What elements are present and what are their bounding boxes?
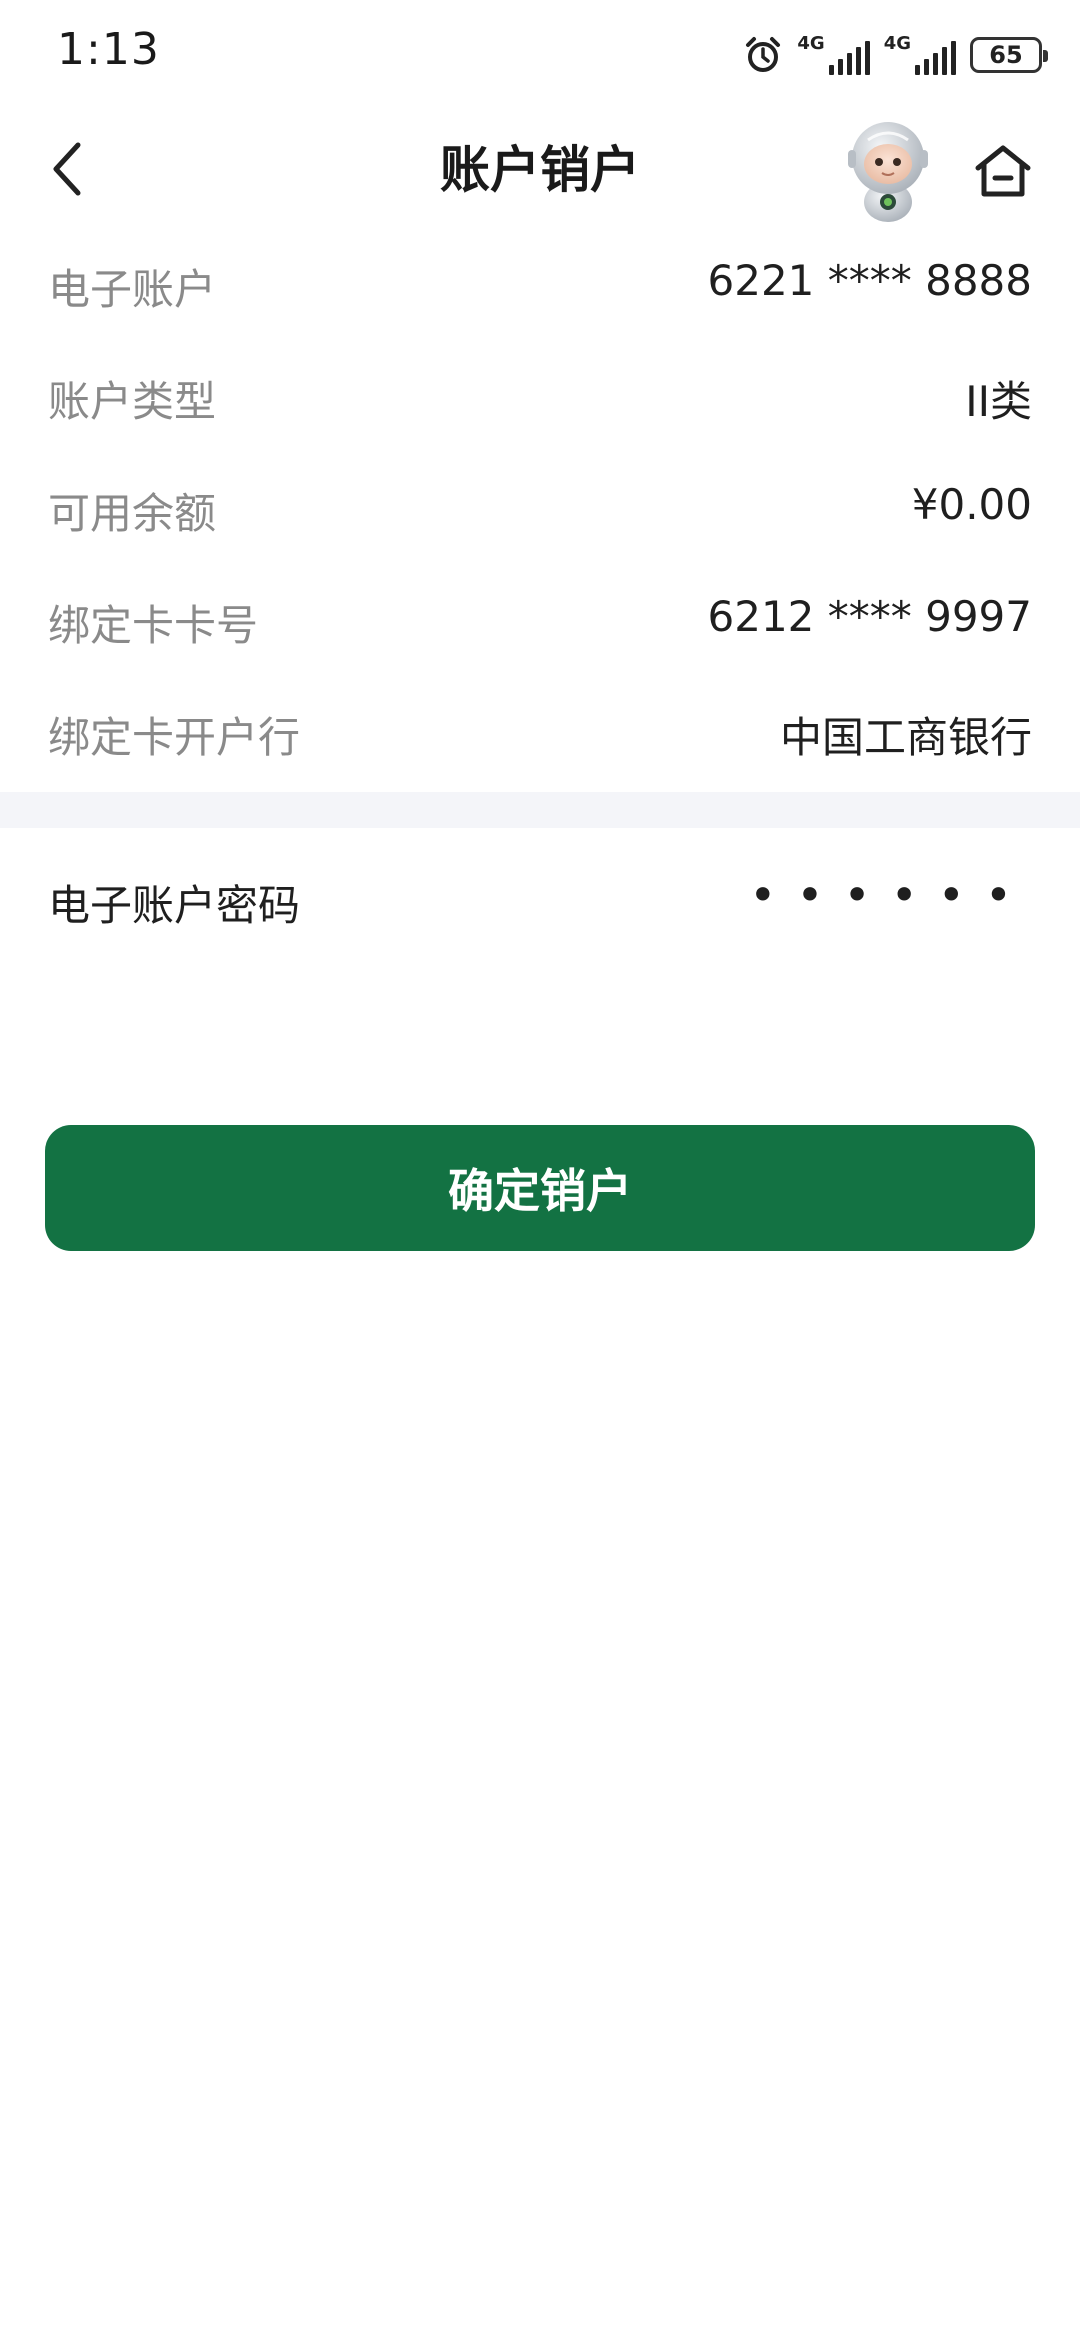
info-label: 绑定卡开户行: [48, 713, 301, 762]
battery-level: 65: [989, 41, 1023, 69]
account-info-list: 电子账户 6221 **** 8888 账户类型 II类 可用余额 ¥0.00 …: [0, 230, 1080, 790]
status-icons: 4G 4G 65: [743, 30, 1048, 80]
info-row-electronic-account: 电子账户 6221 **** 8888: [0, 230, 1080, 342]
battery-icon: 65: [970, 37, 1048, 73]
info-label: 电子账户: [48, 265, 217, 314]
confirm-close-account-button[interactable]: 确定销户: [45, 1125, 1035, 1251]
password-masked-value[interactable]: ••••••: [749, 868, 1032, 922]
alarm-icon: [746, 37, 781, 72]
nav-bar: 账户销户: [0, 110, 1080, 230]
password-field[interactable]: 电子账户密码 ••••••: [0, 828, 1080, 968]
info-label: 可用余额: [48, 489, 217, 538]
info-row-bound-card-number: 绑定卡卡号 6212 **** 9997: [0, 566, 1080, 678]
account-closure-page: 1:13 4G 4G 65 账户销户 电子账户 6221 **** 8888 账…: [0, 0, 1080, 2340]
signal-icon-2: 4G: [884, 35, 956, 75]
info-value: 6212 **** 9997: [707, 592, 1032, 641]
info-label: 绑定卡卡号: [48, 601, 259, 650]
network-type-1: 4G: [797, 33, 825, 54]
info-value: II类: [965, 377, 1032, 426]
password-label: 电子账户密码: [48, 881, 301, 930]
info-row-account-type: 账户类型 II类: [0, 342, 1080, 454]
network-type-2: 4G: [883, 33, 911, 54]
mascot-robot-icon[interactable]: [838, 116, 938, 224]
status-time: 1:13: [57, 24, 160, 75]
info-row-available-balance: 可用余额 ¥0.00: [0, 454, 1080, 566]
info-value: 中国工商银行: [779, 713, 1032, 762]
info-label: 账户类型: [48, 377, 217, 426]
signal-icon-1: 4G: [797, 33, 870, 75]
home-icon[interactable]: [972, 140, 1034, 202]
section-divider: [0, 792, 1080, 828]
info-value: 6221 **** 8888: [707, 256, 1032, 305]
status-bar: 1:13 4G 4G 65: [0, 0, 1080, 110]
info-value: ¥0.00: [911, 480, 1032, 529]
info-row-bound-card-bank: 绑定卡开户行 中国工商银行: [0, 678, 1080, 790]
